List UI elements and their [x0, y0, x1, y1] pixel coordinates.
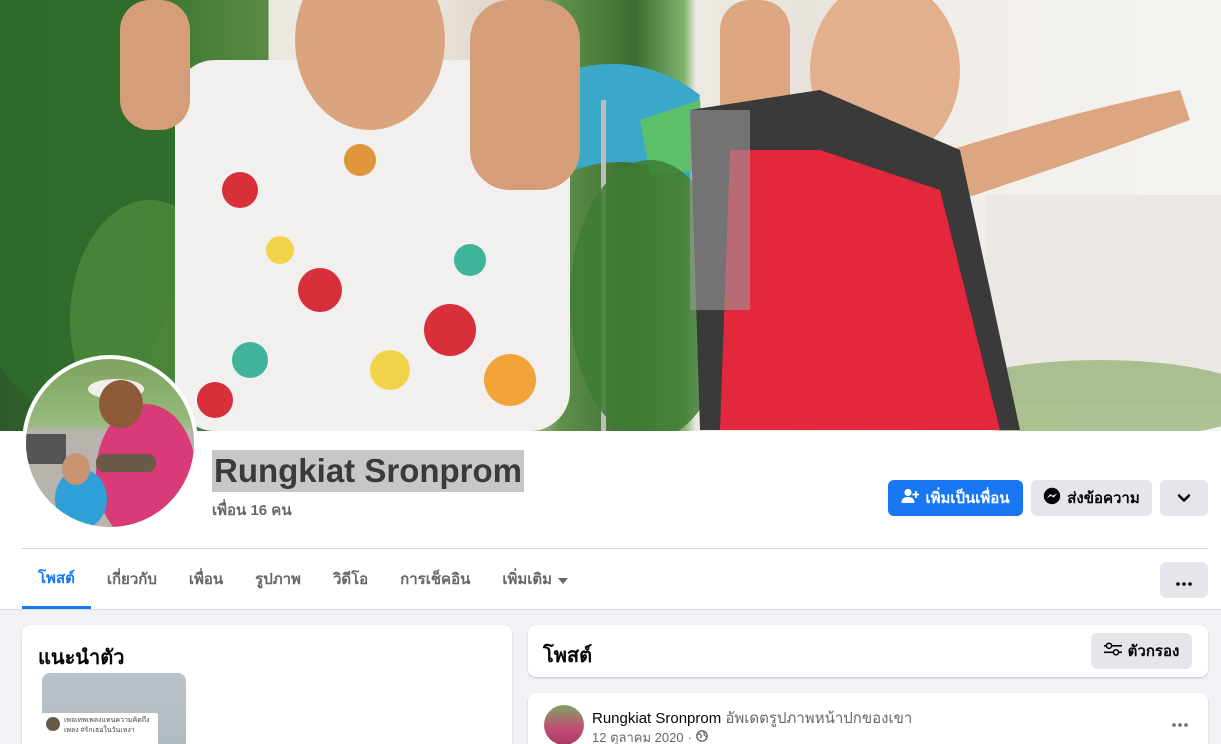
- intro-card: แนะนำตัว เพจเทพเพลงแทนความคิดถึง เพลง #ร…: [22, 625, 512, 744]
- featured-caption: เพจเทพเพลงแทนความคิดถึง เพลง #รักเธอในวั…: [42, 713, 158, 744]
- add-friend-button[interactable]: เพิ่มเป็นเพื่อน: [888, 480, 1023, 516]
- header-divider: [22, 548, 1208, 549]
- person-plus-icon: [901, 488, 920, 508]
- post-action-text: อัพเดตรูปภาพหน้าปกของเขา: [725, 710, 913, 727]
- tab-label: เพิ่มเติม: [502, 571, 553, 588]
- tab-label: เกี่ยวกับ: [106, 571, 157, 588]
- featured-caption-line1: เพจเทพเพลงแทนความคิดถึง: [64, 717, 150, 724]
- post-options-button[interactable]: [1172, 711, 1188, 732]
- globe-icon: [696, 730, 708, 744]
- chevron-down-icon: [1177, 490, 1191, 507]
- tabs-more-button[interactable]: [1160, 562, 1208, 598]
- tab-label: รูปภาพ: [255, 571, 301, 588]
- ellipsis-icon: [1176, 570, 1192, 591]
- message-button[interactable]: ส่งข้อความ: [1031, 480, 1152, 516]
- more-actions-button[interactable]: [1160, 480, 1208, 516]
- profile-name: Rungkiat Sronprom: [212, 450, 525, 492]
- featured-photo[interactable]: เพจเทพเพลงแทนความคิดถึง เพลง #รักเธอในวั…: [42, 673, 186, 744]
- post-author-avatar[interactable]: [544, 705, 584, 744]
- profile-tabs: โพสต์ เกี่ยวกับ เพื่อน รูปภาพ วิดีโอ การ…: [22, 550, 584, 610]
- post-meta: 12 ตุลาคม 2020 ·: [592, 727, 708, 744]
- post-author-name[interactable]: Rungkiat Sronprom: [592, 710, 721, 727]
- profile-avatar[interactable]: [22, 355, 198, 531]
- sliders-icon: [1103, 642, 1122, 660]
- message-label: ส่งข้อความ: [1067, 490, 1140, 507]
- caret-down-icon: [558, 571, 569, 588]
- tab-videos[interactable]: วิดีโอ: [317, 550, 384, 608]
- tab-posts[interactable]: โพสต์: [22, 550, 91, 609]
- filter-label: ตัวกรอง: [1127, 643, 1180, 660]
- tab-label: การเช็คอิน: [400, 571, 471, 588]
- friends-count[interactable]: เพื่อน 16 คน: [212, 498, 292, 522]
- posts-header-card: โพสต์ ตัวกรอง: [528, 625, 1208, 677]
- ellipsis-icon: [1172, 711, 1188, 731]
- post-date[interactable]: 12 ตุลาคม 2020: [592, 727, 684, 744]
- tab-label: วิดีโอ: [332, 571, 369, 588]
- tab-friends[interactable]: เพื่อน: [173, 550, 239, 608]
- tab-photos[interactable]: รูปภาพ: [239, 550, 317, 608]
- add-friend-label: เพิ่มเป็นเพื่อน: [925, 490, 1010, 507]
- filter-button[interactable]: ตัวกรอง: [1091, 633, 1192, 669]
- tab-more[interactable]: เพิ่มเติม: [486, 550, 584, 608]
- messenger-icon: [1043, 487, 1061, 509]
- intro-title: แนะนำตัว: [38, 647, 125, 669]
- post-meta-separator: ·: [687, 730, 692, 744]
- posts-title: โพสต์: [543, 645, 593, 667]
- tab-label: เพื่อน: [188, 571, 224, 588]
- featured-caption-line2: เพลง #รักเธอในวันเหงา: [64, 727, 135, 734]
- featured-caption-avatar: [46, 717, 60, 731]
- post-card: Rungkiat Sronprom อัพเดตรูปภาพหน้าปกของเ…: [528, 693, 1208, 744]
- tab-label: โพสต์: [38, 570, 75, 587]
- tab-about[interactable]: เกี่ยวกับ: [91, 550, 173, 608]
- cover-photo[interactable]: [0, 0, 1221, 431]
- tab-checkins[interactable]: การเช็คอิน: [384, 550, 486, 608]
